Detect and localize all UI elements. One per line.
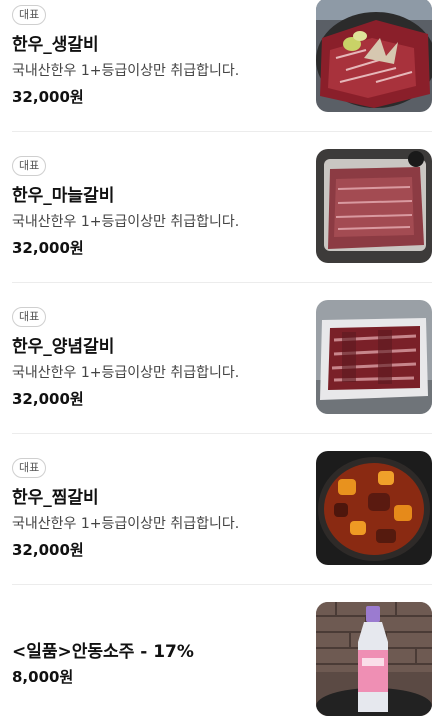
menu-item-description: 국내산한우 1+등급이상만 취급합니다.	[12, 516, 240, 532]
signature-badge: 대표	[12, 5, 47, 25]
menu-item-price: 8,000원	[12, 668, 74, 686]
menu-item-description: 국내산한우 1+등급이상만 취급합니다.	[12, 214, 240, 230]
menu-item-name: <일품>안동소주 - 17%	[12, 642, 194, 662]
garlic-beef-ribs-image	[316, 149, 432, 263]
signature-badge: 대표	[12, 458, 47, 478]
divider	[12, 131, 432, 132]
menu-item-description: 국내산한우 1+등급이상만 취급합니다.	[12, 365, 240, 381]
braised-short-ribs-photo[interactable]	[316, 451, 432, 565]
andong-soju-bottle-image	[316, 602, 432, 716]
menu-item-saeng-galbi[interactable]: 대표 한우_생갈비 국내산한우 1+등급이상만 취급합니다. 32,000원	[0, 0, 448, 131]
divider	[12, 282, 432, 283]
divider	[12, 433, 432, 434]
signature-badge: 대표	[12, 156, 47, 176]
andong-soju-bottle-photo[interactable]	[316, 602, 432, 716]
menu-item-name: 한우_마늘갈비	[12, 186, 115, 206]
menu-item-name: 한우_양념갈비	[12, 337, 115, 357]
braised-short-ribs-image	[316, 451, 432, 565]
menu-item-price: 32,000원	[12, 541, 84, 559]
menu-item-yangnyeom-galbi[interactable]: 대표 한우_양념갈비 국내산한우 1+등급이상만 취급합니다. 32,000원	[0, 300, 448, 433]
menu-item-maneul-galbi[interactable]: 대표 한우_마늘갈비 국내산한우 1+등급이상만 취급합니다. 32,000원	[0, 149, 448, 282]
signature-badge: 대표	[12, 307, 47, 327]
menu-item-price: 32,000원	[12, 88, 84, 106]
menu-item-name: 한우_찜갈비	[12, 488, 99, 508]
marinated-beef-ribs-image	[316, 300, 432, 414]
raw-beef-ribs-photo[interactable]	[316, 0, 432, 112]
menu-item-price: 32,000원	[12, 239, 84, 257]
menu-item-name: 한우_생갈비	[12, 35, 99, 55]
menu-item-jjim-galbi[interactable]: 대표 한우_찜갈비 국내산한우 1+등급이상만 취급합니다. 32,000원	[0, 451, 448, 584]
menu-item-andong-soju[interactable]: <일품>안동소주 - 17% 8,000원	[0, 602, 448, 725]
marinated-beef-ribs-photo[interactable]	[316, 300, 432, 414]
menu-item-description: 국내산한우 1+등급이상만 취급합니다.	[12, 63, 240, 79]
raw-beef-ribs-image	[316, 0, 432, 112]
divider	[12, 584, 432, 585]
garlic-beef-ribs-photo[interactable]	[316, 149, 432, 263]
menu-item-price: 32,000원	[12, 390, 84, 408]
